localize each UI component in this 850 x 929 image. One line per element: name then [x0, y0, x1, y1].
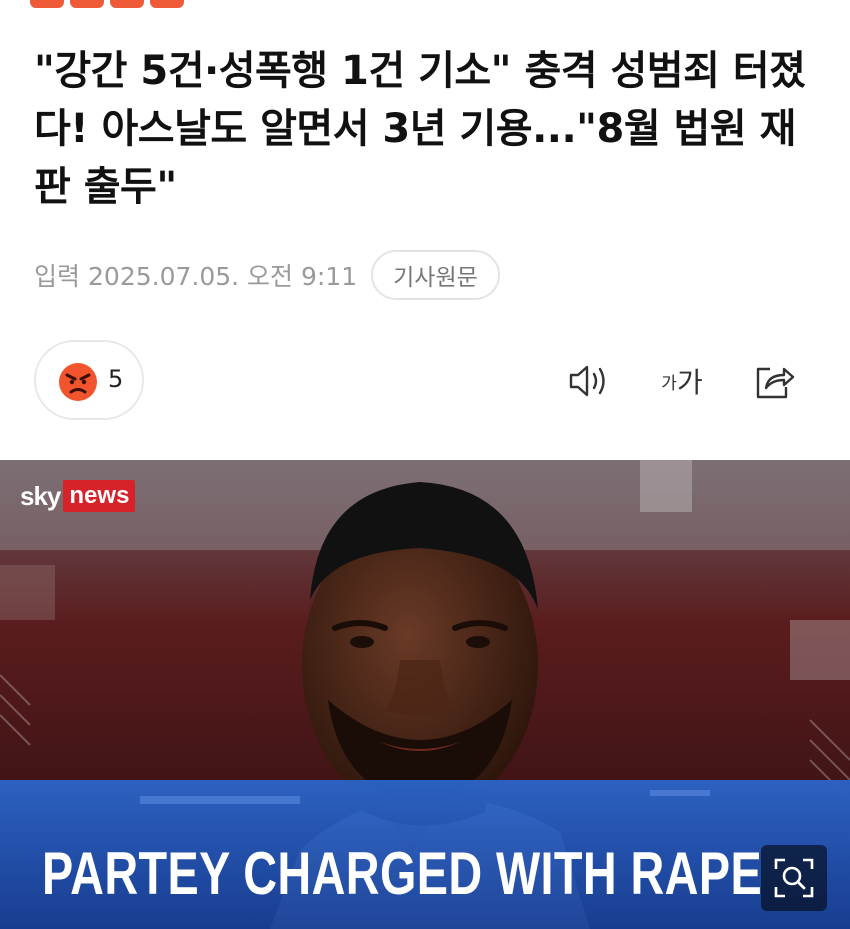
published-datetime: 2025.07.05. 오전 9:11: [88, 262, 358, 291]
published-label: 입력: [34, 262, 81, 291]
article-headline: "강간 5건·성폭행 1건 기소" 충격 성범죄 터졌다! 아스날도 알면서 3…: [34, 48, 806, 210]
publisher-logo[interactable]: [30, 0, 190, 8]
speaker-icon: [569, 365, 605, 397]
font-size-button[interactable]: 가 가: [652, 360, 712, 402]
zoom-icon: [774, 858, 814, 898]
share-button[interactable]: [750, 360, 798, 402]
news-logo-text: news: [63, 480, 136, 512]
sky-news-logo: sky news: [20, 480, 136, 512]
angry-face-icon: [59, 363, 97, 401]
hero-banner-text: PARTEY CHARGED WITH RAPE: [42, 840, 763, 907]
listen-button[interactable]: [565, 360, 613, 402]
image-zoom-button[interactable]: [761, 845, 827, 911]
reaction-button[interactable]: 5: [34, 340, 144, 420]
reaction-count: 5: [108, 365, 124, 393]
font-big-glyph: 가: [676, 366, 703, 399]
font-small-glyph: 가: [661, 373, 677, 394]
article-meta: 입력 2025.07.05. 오전 9:11 기사원문: [34, 250, 500, 300]
sky-logo-text: sky: [20, 480, 61, 511]
original-article-button[interactable]: 기사원문: [371, 250, 500, 300]
share-icon: [756, 367, 795, 399]
